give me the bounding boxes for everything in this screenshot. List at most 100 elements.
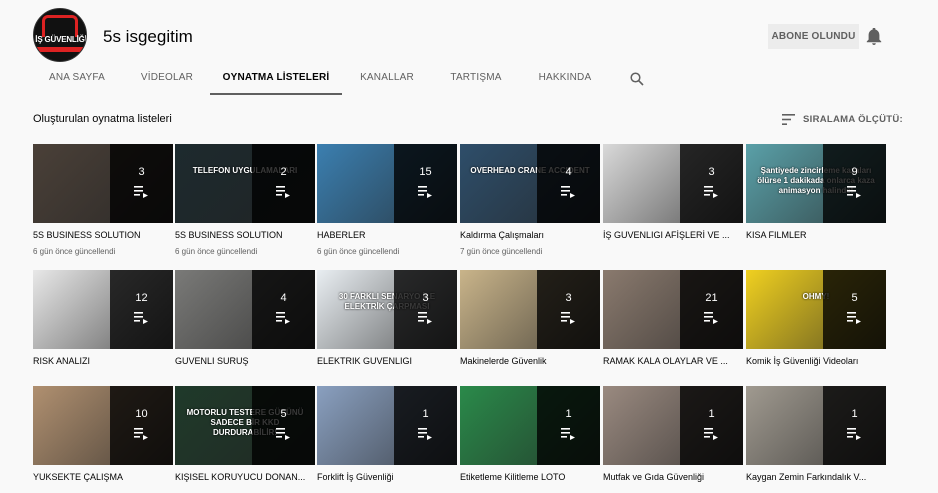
playlist-count-overlay: 3 [394,270,457,349]
playlist-title[interactable]: Kaldırma Çalışmaları [460,230,600,241]
playlist-icon [134,186,148,198]
playlist-count-overlay: 5 [252,386,315,465]
playlist-card[interactable]: 10 YUKSEKTE ÇALIŞMA [33,386,173,483]
playlist-thumbnail[interactable]: 1 [746,386,886,465]
playlist-count-overlay: 10 [110,386,173,465]
sort-label: SIRALAMA ÖLÇÜTÜ: [803,113,903,125]
video-count: 4 [565,166,572,178]
playlist-thumbnail[interactable]: 1 [603,386,743,465]
section-title: Oluşturulan oynatma listeleri [33,113,172,125]
playlist-card[interactable]: 1 Mutfak ve Gıda Güvenliği [603,386,743,483]
playlist-thumbnail[interactable]: 3 [603,144,743,223]
playlist-title[interactable]: İŞ GUVENLIGI AFİŞLERİ VE ... [603,230,743,241]
playlist-thumbnail[interactable]: 10 [33,386,173,465]
playlist-card[interactable]: OHMY! 5 Komik İş Güvenliği Videoları [746,270,886,367]
playlist-title[interactable]: Kaygan Zemin Farkındalık V... [746,472,886,483]
playlist-icon [704,186,718,198]
playlist-icon [561,312,575,324]
bell-icon[interactable] [866,28,882,46]
tab-playlists[interactable]: OYNATMA LİSTELERİ [210,60,342,95]
playlist-icon [561,186,575,198]
playlist-card[interactable]: 30 FARKLI SENARYO İLE ELEKTRİK ÇARPMASI 3… [317,270,457,367]
playlist-title[interactable]: 5S BUSINESS SOLUTION [33,230,173,241]
playlist-icon [418,312,432,324]
playlist-title[interactable]: Makinelerde Güvenlik [460,356,600,367]
playlist-icon [561,428,575,440]
playlist-card[interactable]: MOTORLU TESTERE GÜCÜNÜ SADECE BİR KKD DU… [175,386,315,483]
playlist-title[interactable]: RAMAK KALA OLAYLAR VE ... [603,356,743,367]
playlist-title[interactable]: HABERLER [317,230,457,241]
playlist-thumbnail[interactable]: 4 [175,270,315,349]
playlist-thumbnail[interactable]: MOTORLU TESTERE GÜCÜNÜ SADECE BİR KKD DU… [175,386,315,465]
playlist-count-overlay: 1 [680,386,743,465]
playlist-card[interactable]: 12 RISK ANALIZI [33,270,173,367]
playlist-icon [276,186,290,198]
playlist-card[interactable]: OVERHEAD CRANE ACCIDENT 4 Kaldırma Çalışma… [460,144,600,256]
playlist-title[interactable]: Komik İş Güvenliği Videoları [746,356,886,367]
playlist-card[interactable]: 3 5S BUSINESS SOLUTION 6 gün önce güncelle… [33,144,173,256]
playlist-title[interactable]: Etiketleme Kilitleme LOTO [460,472,600,483]
playlist-title[interactable]: RISK ANALIZI [33,356,173,367]
playlist-card[interactable]: 1 Kaygan Zemin Farkındalık V... [746,386,886,483]
tab-home[interactable]: ANA SAYFA [42,60,112,95]
playlist-count-overlay: 3 [537,270,600,349]
playlist-thumbnail[interactable]: 1 [317,386,457,465]
tab-channels[interactable]: KANALLAR [352,60,422,95]
playlist-thumbnail[interactable]: TELEFON UYGULAMALARI 2 [175,144,315,223]
playlist-thumbnail[interactable]: 3 [460,270,600,349]
tab-about[interactable]: HAKKINDA [530,60,600,95]
playlist-card[interactable]: 4 GUVENLI SURUŞ [175,270,315,367]
playlist-title[interactable]: KIŞISEL KORUYUCU DONAN... [175,472,315,483]
channel-name: 5s isgegitim [103,27,193,46]
playlist-thumbnail[interactable]: OHMY! 5 [746,270,886,349]
playlist-card[interactable]: Şantiyede zincirleme kazaları ölürse 1 d… [746,144,886,241]
playlist-thumbnail[interactable]: 15 [317,144,457,223]
playlist-title[interactable]: GUVENLI SURUŞ [175,356,315,367]
tab-discussion[interactable]: TARTIŞMA [440,60,512,95]
playlist-thumbnail[interactable]: 12 [33,270,173,349]
playlist-title[interactable]: YUKSEKTE ÇALIŞMA [33,472,173,483]
playlist-title[interactable]: 5S BUSINESS SOLUTION [175,230,315,241]
avatar-logo-bar [34,47,86,52]
playlist-card[interactable]: 3 Makinelerde Güvenlik [460,270,600,367]
playlist-thumbnail[interactable]: 30 FARKLI SENARYO İLE ELEKTRİK ÇARPMASI 3 [317,270,457,349]
video-count: 2 [280,166,287,178]
playlist-count-overlay: 1 [394,386,457,465]
video-count: 3 [422,292,429,304]
video-count: 9 [851,166,858,178]
sort-button[interactable]: SIRALAMA ÖLÇÜTÜ: [782,111,903,127]
playlist-icon [847,186,861,198]
playlist-thumbnail[interactable]: 3 [33,144,173,223]
subscribed-button[interactable]: ABONE OLUNDU [768,24,859,49]
playlist-card[interactable]: 1 Forklift İş Güvenliği [317,386,457,483]
video-count: 1 [851,408,858,420]
video-count: 10 [135,408,148,420]
playlist-icon [704,312,718,324]
playlist-card[interactable]: 21 RAMAK KALA OLAYLAR VE ... [603,270,743,367]
playlist-count-overlay: 4 [252,270,315,349]
playlist-card[interactable]: 15 HABERLER 6 gün önce güncellendi [317,144,457,256]
playlist-thumbnail[interactable]: 1 [460,386,600,465]
playlist-updated: 7 gün önce güncellendi [460,247,543,256]
video-count: 12 [135,292,148,304]
playlist-thumbnail[interactable]: 21 [603,270,743,349]
channel-avatar[interactable]: İŞ GÜVENLİĞİ [33,8,87,62]
playlist-card[interactable]: 3 İŞ GUVENLIGI AFİŞLERİ VE ... [603,144,743,241]
video-count: 4 [280,292,287,304]
playlist-title[interactable]: KISA FILMLER [746,230,886,241]
playlist-icon [847,428,861,440]
video-count: 5 [280,408,287,420]
playlist-count-overlay: 1 [823,386,886,465]
tab-videos[interactable]: VİDEOLAR [132,60,202,95]
playlist-card[interactable]: TELEFON UYGULAMALARI 2 5S BUSINESS SOLUTIO… [175,144,315,256]
playlist-title[interactable]: Forklift İş Güvenliği [317,472,457,483]
playlist-thumbnail[interactable]: OVERHEAD CRANE ACCIDENT 4 [460,144,600,223]
search-icon[interactable] [630,72,644,86]
channel-header: İŞ GÜVENLİĞİ 5s isgegitim ABONE OLUNDU A… [0,0,938,95]
playlist-card[interactable]: 1 Etiketleme Kilitleme LOTO [460,386,600,483]
playlist-title[interactable]: Mutfak ve Gıda Güvenliği [603,472,743,483]
playlist-icon [418,186,432,198]
video-count: 3 [138,166,145,178]
playlist-thumbnail[interactable]: Şantiyede zincirleme kazaları ölürse 1 d… [746,144,886,223]
playlist-title[interactable]: ELEKTRIK GUVENLIGI [317,356,457,367]
